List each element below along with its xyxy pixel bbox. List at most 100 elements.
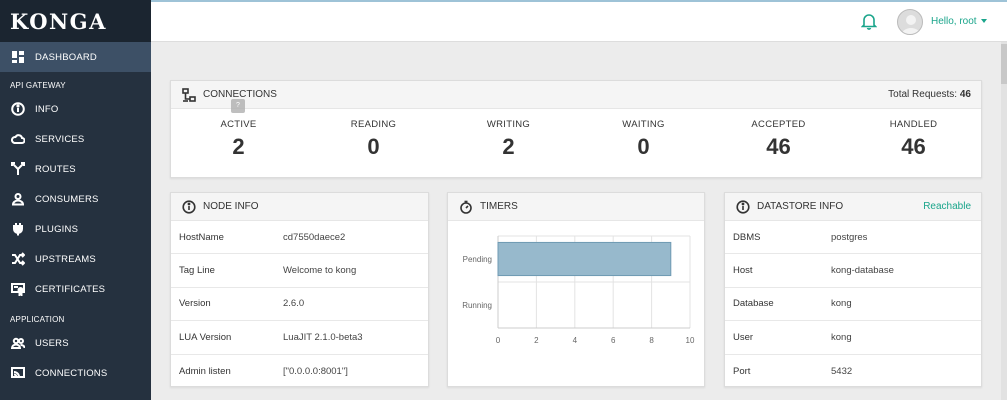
row-key: User [733, 331, 754, 343]
logo[interactable]: KONGA [10, 9, 107, 34]
stat-waiting: WAITING 0 [576, 109, 711, 160]
info-icon [735, 199, 751, 215]
row-key: Host [733, 265, 753, 277]
row-key: LUA Version [179, 331, 232, 343]
stat-label: ACCEPTED [751, 119, 806, 130]
node-info-panel: NODE INFO HostName cd7550daece2 Tag Line W… [170, 192, 429, 387]
stat-value: 0 [637, 134, 650, 159]
datastore-info-panel: DATASTORE INFO Reachable DBMS postgres Ho… [724, 192, 982, 387]
sidebar-item-connections[interactable]: CONNECTIONS [0, 358, 151, 388]
table-row: LUA Version LuaJIT 2.1.0-beta3 [171, 321, 428, 355]
sidebar-item-label: PLUGINS [35, 223, 79, 235]
table-row: Admin listen ["0.0.0.0:8001"] [171, 355, 428, 388]
row-key: DBMS [733, 231, 761, 243]
users-icon [10, 335, 26, 351]
row-key: Port [733, 365, 751, 377]
timers-panel: TIMERS 0 2 4 6 8 10 Pending Running [447, 192, 705, 387]
connections-panel: CONNECTIONS Total Requests: 46 ? ACTIVE … [170, 80, 982, 178]
bar-pending [497, 241, 672, 277]
row-value: 2.6.0 [283, 298, 305, 310]
stat-label: READING [350, 119, 397, 130]
sidebar-item-label: INFO [35, 103, 59, 115]
table-row: HostName cd7550daece2 [171, 221, 428, 255]
scrollbar-thumb[interactable] [1001, 44, 1007, 84]
cloud-icon [10, 131, 26, 147]
timers-header: TIMERS [448, 193, 704, 221]
row-value: LuaJIT 2.1.0-beta3 [283, 331, 363, 343]
x-tick-label: 8 [649, 336, 654, 345]
sidebar-item-label: DASHBOARD [35, 51, 97, 63]
sidebar-item-info[interactable]: INFO [0, 94, 151, 124]
table-row: User kong [725, 321, 981, 355]
sidebar-item-label: ROUTES [35, 163, 76, 175]
certificate-icon [10, 281, 26, 297]
sidebar-item-label: UPSTREAMS [35, 253, 96, 265]
stat-value: 0 [367, 134, 380, 159]
sidebar-item-users[interactable]: USERS [0, 328, 151, 358]
bell-icon[interactable] [860, 12, 878, 30]
stat-handled: HANDLED 46 [846, 109, 981, 160]
stat-label: WAITING [622, 119, 665, 130]
sidebar-item-label: CONSUMERS [35, 193, 99, 205]
table-row: Port 5432 [725, 355, 981, 388]
node-info-header: NODE INFO [171, 193, 428, 221]
status-badge: Reachable [923, 201, 971, 212]
shuffle-icon [10, 251, 26, 267]
sidebar-item-dashboard[interactable]: DASHBOARD [0, 42, 151, 72]
row-value: kong [831, 298, 852, 310]
row-key: HostName [179, 231, 224, 243]
row-key: Database [733, 298, 774, 310]
info-icon [10, 101, 26, 117]
avatar[interactable] [897, 9, 923, 35]
stat-label: ACTIVE [220, 119, 257, 130]
user-icon [10, 191, 26, 207]
nav-section-application: APPLICATION [10, 315, 65, 324]
sidebar-item-consumers[interactable]: CONSUMERS [0, 184, 151, 214]
x-tick-label: 4 [573, 336, 578, 345]
scrollbar-track[interactable] [1001, 42, 1007, 400]
sidebar-item-upstreams[interactable]: UPSTREAMS [0, 244, 151, 274]
y-tick-label: Running [462, 301, 492, 310]
connections-header: CONNECTIONS Total Requests: 46 ? [171, 81, 981, 113]
stat-value: 2 [502, 134, 515, 159]
connection-stats: ACTIVE 2 READING 0 WRITING 2 WAITING 0 A… [171, 109, 981, 160]
tooltip-icon: ? [231, 99, 245, 113]
top-bar: Hello, root [151, 0, 1007, 42]
panel-title: TIMERS [480, 201, 518, 212]
stopwatch-icon [458, 199, 474, 215]
row-value: cd7550daece2 [283, 231, 346, 243]
user-greeting: Hello, root [931, 16, 977, 27]
row-key: Admin listen [179, 365, 231, 377]
logo-area: KONGA [0, 0, 151, 42]
connections-icon [10, 365, 26, 381]
row-value: 5432 [831, 365, 853, 377]
sidebar-item-services[interactable]: SERVICES [0, 124, 151, 154]
stat-label: HANDLED [889, 119, 938, 130]
stat-value: 2 [232, 134, 245, 159]
stat-accepted: ACCEPTED 46 [711, 109, 846, 160]
sidebar-item-routes[interactable]: ROUTES [0, 154, 151, 184]
stat-label: WRITING [486, 119, 531, 130]
timers-chart: 0 2 4 6 8 10 Pending Running [462, 235, 695, 345]
row-key: Tag Line [179, 265, 215, 277]
sidebar-item-label: CONNECTIONS [35, 367, 108, 379]
datastore-header: DATASTORE INFO Reachable [725, 193, 981, 221]
info-icon [181, 199, 197, 215]
dashboard-icon [10, 49, 26, 65]
plug-icon [10, 221, 26, 237]
x-tick-label: 6 [611, 336, 616, 345]
table-row: Database kong [725, 288, 981, 322]
table-row: Host kong-database [725, 254, 981, 288]
table-row: Tag Line Welcome to kong [171, 254, 428, 288]
sidebar-item-label: SERVICES [35, 133, 85, 145]
stat-value: 46 [766, 134, 791, 159]
stat-writing: WRITING 2 [441, 109, 576, 160]
stat-active: ACTIVE 2 [171, 109, 306, 160]
sidebar-item-plugins[interactable]: PLUGINS [0, 214, 151, 244]
x-tick-label: 10 [686, 336, 695, 345]
sidebar: KONGA DASHBOARD API GATEWAY INFO SERVICE… [0, 0, 151, 400]
sidebar-item-certificates[interactable]: CERTIFICATES [0, 274, 151, 304]
network-icon [181, 87, 197, 103]
sidebar-item-label: CERTIFICATES [35, 283, 106, 295]
user-menu[interactable]: Hello, root [931, 16, 987, 27]
